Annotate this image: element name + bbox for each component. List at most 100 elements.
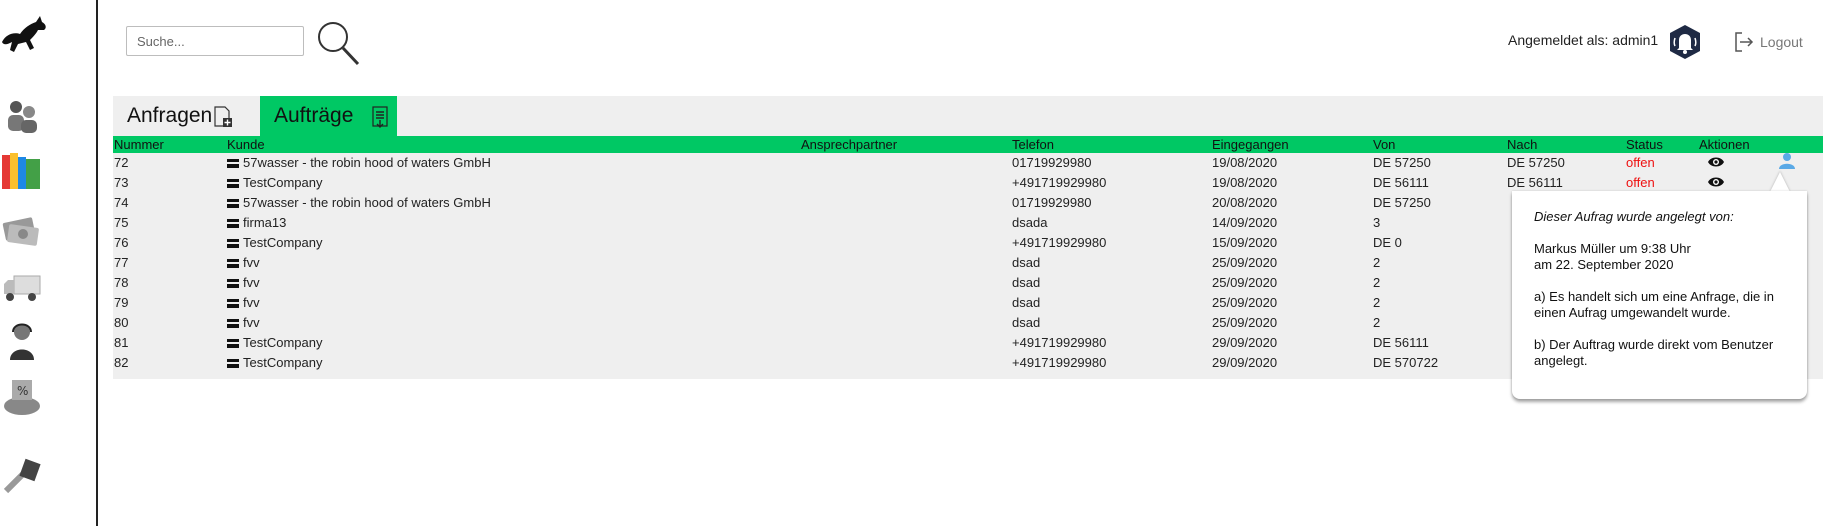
customer-name[interactable]: fvv (243, 255, 260, 270)
customer-name[interactable]: fvv (243, 315, 260, 330)
header-nummer[interactable]: Nummer (114, 137, 164, 152)
support-agent-icon[interactable] (2, 320, 42, 362)
accounting-icon[interactable]: % (2, 376, 42, 418)
cell-von: DE 57250 (1373, 195, 1431, 210)
tools-icon[interactable] (2, 455, 42, 497)
cell-eingegangen: 14/09/2020 (1212, 215, 1278, 230)
cell-nummer: 82 (114, 355, 129, 370)
cell-kunde: 57wasser - the robin hood of waters GmbH (227, 195, 491, 210)
header-eingegangen[interactable]: Eingegangen (1212, 137, 1289, 152)
cell-nummer: 72 (114, 155, 129, 170)
header-status[interactable]: Status (1626, 137, 1663, 152)
cell-von: 2 (1373, 315, 1381, 330)
cell-eingegangen: 25/09/2020 (1212, 315, 1278, 330)
cell-telefon: dsad (1012, 315, 1041, 330)
tooltip-date-line: am 22. September 2020 (1534, 257, 1674, 272)
credit-card-icon (227, 179, 239, 188)
cell-kunde: fvv (227, 315, 260, 330)
cell-eingegangen: 15/09/2020 (1212, 235, 1278, 250)
money-icon[interactable] (2, 208, 42, 250)
credit-card-icon (227, 259, 239, 268)
table-header: Nummer Kunde Ansprechpartner Telefon Ein… (113, 136, 1823, 153)
customers-icon[interactable] (2, 95, 42, 137)
logout-button[interactable]: Logout (1734, 30, 1803, 54)
tab-auftraege-label: Aufträge (274, 104, 354, 127)
cell-telefon: dsada (1012, 215, 1048, 230)
customer-name[interactable]: firma13 (243, 215, 286, 230)
credit-card-icon (227, 359, 239, 368)
header-nach[interactable]: Nach (1507, 137, 1537, 152)
tab-auftraege[interactable]: Aufträge (260, 96, 397, 136)
customer-name[interactable]: 57wasser - the robin hood of waters GmbH (243, 155, 491, 170)
cell-telefon: +491719929980 (1012, 235, 1107, 250)
customer-name[interactable]: 57wasser - the robin hood of waters GmbH (243, 195, 491, 210)
credit-card-icon (227, 319, 239, 328)
cell-eingegangen: 20/08/2020 (1212, 195, 1278, 210)
credit-card-icon (227, 219, 239, 228)
customer-name[interactable]: TestCompany (243, 335, 322, 350)
horse-logo-icon[interactable] (0, 14, 48, 56)
cell-status: offen (1626, 175, 1655, 190)
cell-telefon: 01719929980 (1012, 195, 1092, 210)
tooltip-arrow (1770, 172, 1790, 192)
customer-name[interactable]: fvv (243, 295, 260, 310)
cell-kunde: TestCompany (227, 335, 322, 350)
truck-icon[interactable] (2, 266, 42, 308)
sidebar: % (0, 0, 98, 526)
cell-eingegangen: 29/09/2020 (1212, 335, 1278, 350)
cell-eingegangen: 25/09/2020 (1212, 255, 1278, 270)
cell-telefon: dsad (1012, 255, 1041, 270)
cell-eingegangen: 25/09/2020 (1212, 275, 1278, 290)
cell-eingegangen: 25/09/2020 (1212, 295, 1278, 310)
cell-nummer: 74 (114, 195, 129, 210)
tab-anfragen[interactable]: Anfragen (113, 96, 260, 136)
view-eye-icon[interactable] (1707, 175, 1725, 189)
customer-name[interactable]: TestCompany (243, 235, 322, 250)
logout-icon (1735, 32, 1754, 52)
cell-eingegangen: 19/08/2020 (1212, 175, 1278, 190)
tab-bar: Anfragen Aufträge (113, 96, 1823, 136)
tooltip-title: Dieser Aufrag wurde angelegt von: (1534, 209, 1734, 224)
cell-nummer: 75 (114, 215, 129, 230)
customer-name[interactable]: TestCompany (243, 175, 322, 190)
view-eye-icon[interactable] (1707, 155, 1725, 169)
cell-telefon: +491719929980 (1012, 175, 1107, 190)
search-icon[interactable] (316, 20, 360, 66)
header-von[interactable]: Von (1373, 137, 1395, 152)
creator-user-icon[interactable] (1776, 152, 1798, 170)
credit-card-icon (227, 239, 239, 248)
header-ansprechpartner[interactable]: Ansprechpartner (801, 137, 897, 152)
cell-von: 3 (1373, 215, 1381, 230)
header-telefon[interactable]: Telefon (1012, 137, 1054, 152)
svg-text:%: % (17, 384, 28, 398)
cell-von: DE 56111 (1373, 175, 1429, 190)
cell-kunde: fvv (227, 295, 260, 310)
cell-nach: DE 56111 (1507, 175, 1563, 190)
header-kunde[interactable]: Kunde (227, 137, 265, 152)
cell-von: 2 (1373, 275, 1381, 290)
cell-telefon: +491719929980 (1012, 355, 1107, 370)
new-document-icon (214, 106, 232, 127)
cell-von: DE 0 (1373, 235, 1402, 250)
list-document-icon (372, 106, 388, 128)
cell-kunde: TestCompany (227, 235, 322, 250)
customer-name[interactable]: TestCompany (243, 355, 322, 370)
cell-kunde: fvv (227, 255, 260, 270)
cell-status: offen (1626, 155, 1655, 170)
credit-card-icon (227, 199, 239, 208)
books-icon[interactable] (2, 149, 42, 191)
logged-in-label: Angemeldet als: admin1 (1508, 32, 1659, 48)
top-bar: Angemeldet als: admin1 Logout (98, 0, 1823, 90)
credit-card-icon (227, 339, 239, 348)
cell-nummer: 76 (114, 235, 129, 250)
cell-kunde: TestCompany (227, 175, 322, 190)
credit-card-icon (227, 279, 239, 288)
table-row[interactable]: 73 TestCompany +491719929980 19/08/2020 DE 5… (113, 173, 1823, 193)
cell-telefon: dsad (1012, 275, 1041, 290)
customer-name[interactable]: fvv (243, 275, 260, 290)
table-row[interactable]: 72 57wasser - the robin hood of waters Gm… (113, 153, 1823, 173)
credit-card-icon (227, 299, 239, 308)
notification-bell-icon[interactable] (1668, 24, 1702, 60)
search-input[interactable] (126, 26, 304, 56)
cell-eingegangen: 19/08/2020 (1212, 155, 1278, 170)
